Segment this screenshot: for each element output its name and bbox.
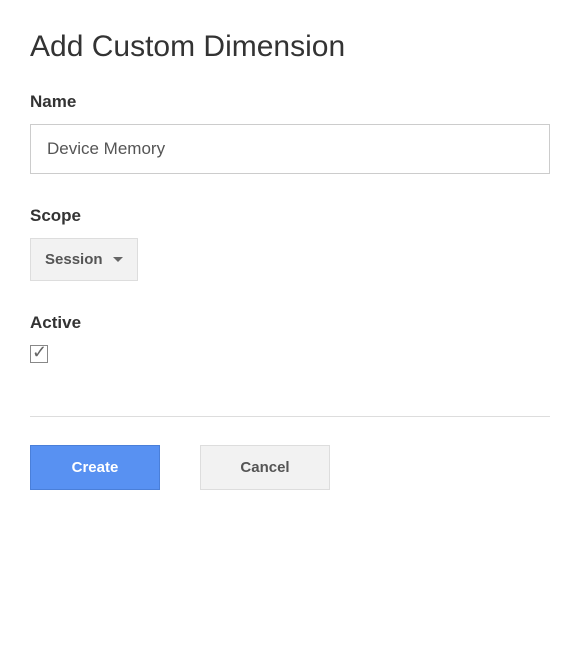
- scope-dropdown[interactable]: Session: [30, 238, 138, 281]
- caret-down-icon: [113, 257, 123, 262]
- divider: [30, 416, 550, 417]
- active-checkbox-wrapper: ✓: [30, 345, 48, 363]
- scope-dropdown-selected: Session: [45, 251, 103, 268]
- name-input[interactable]: [30, 124, 550, 174]
- scope-field-group: Scope Session: [30, 206, 550, 281]
- active-label: Active: [30, 313, 550, 333]
- scope-label: Scope: [30, 206, 550, 226]
- create-button[interactable]: Create: [30, 445, 160, 490]
- name-label: Name: [30, 92, 550, 112]
- cancel-button[interactable]: Cancel: [200, 445, 330, 490]
- name-field-group: Name: [30, 92, 550, 174]
- button-row: Create Cancel: [30, 445, 550, 490]
- active-field-group: Active ✓: [30, 313, 550, 368]
- active-checkbox[interactable]: ✓: [30, 345, 48, 363]
- checkmark-icon: ✓: [32, 343, 47, 361]
- page-title: Add Custom Dimension: [30, 30, 550, 64]
